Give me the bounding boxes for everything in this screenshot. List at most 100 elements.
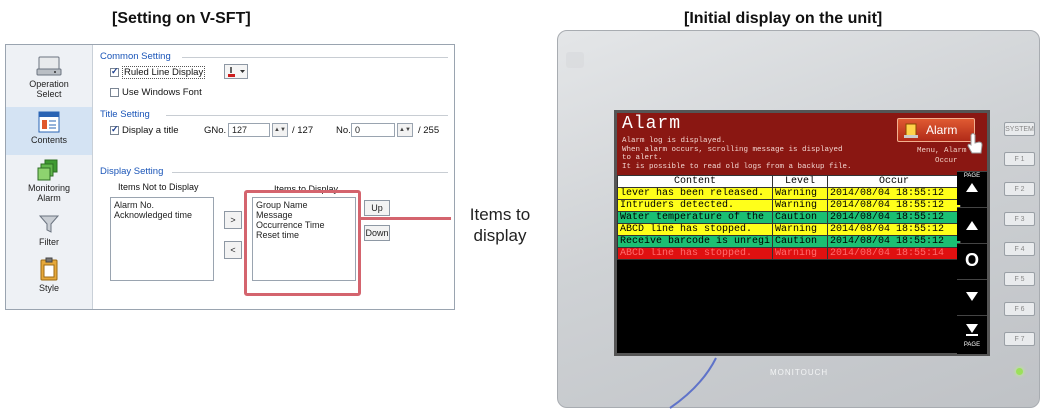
desc-line: It is possible to read old logs from a b… <box>622 162 852 171</box>
fkey-system[interactable]: SYSTEM <box>1004 122 1035 136</box>
fkey-f4[interactable]: F 4 <box>1004 242 1035 256</box>
cell-level: Warning <box>772 187 829 200</box>
checkbox-box[interactable] <box>110 124 119 135</box>
sidebar-item-label: Contents <box>30 135 68 145</box>
column-header: Level <box>772 175 829 188</box>
down-button[interactable]: Down <box>364 225 390 241</box>
gno-input[interactable]: 127 <box>228 123 270 137</box>
monitoring-alarm-icon <box>37 159 58 181</box>
contents-icon <box>38 111 60 133</box>
list-item[interactable]: Acknowledged time <box>114 210 210 220</box>
checkbox-box[interactable] <box>110 88 119 97</box>
page-up-label: PAGE <box>963 173 981 179</box>
fkey-f5[interactable]: F 5 <box>1004 272 1035 286</box>
triangle-up-icon <box>966 221 978 230</box>
table-row[interactable]: ABCD line has stopped. Warning 2014/08/0… <box>616 247 962 260</box>
column-header: Occur <box>827 175 962 188</box>
ruled-line-label: Ruled Line Display <box>122 66 206 79</box>
table-row[interactable]: lever has been released. Warning 2014/08… <box>616 187 962 200</box>
gno-label: GNo. <box>204 125 227 136</box>
page-up-button[interactable]: PAGE <box>957 171 987 205</box>
settings-dialog: Operation Select Contents Monitoring Ala… <box>5 44 455 310</box>
color-drop-icon <box>228 67 245 77</box>
table-row[interactable]: ABCD line has stopped. Warning 2014/08/0… <box>616 223 962 236</box>
move-left-button[interactable]: < <box>224 241 242 259</box>
move-right-button[interactable]: > <box>224 211 242 229</box>
sidebar-item-label: Style <box>38 283 59 293</box>
checkbox-box[interactable] <box>110 66 119 77</box>
menu-note-2: Occur <box>935 157 958 165</box>
table-row[interactable]: Receive barcode is unregi Caution 2014/0… <box>616 235 962 248</box>
scroll-down-button[interactable] <box>957 279 987 313</box>
no-input[interactable]: 0 <box>351 123 395 137</box>
table-row[interactable]: Intruders detected. Warning 2014/08/04 1… <box>616 199 962 212</box>
cell-level: Warning <box>772 199 829 212</box>
cell-occur: 2014/08/04 18:55:12 <box>827 187 962 200</box>
gno-max: / 127 <box>292 125 314 136</box>
sidebar-item-filter[interactable]: Filter <box>6 213 92 249</box>
page-down-button[interactable]: PAGE <box>957 315 987 354</box>
cell-level: Caution <box>772 211 829 224</box>
table-header-row: Content Level Occur <box>616 175 962 188</box>
windows-font-label: Use Windows Font <box>122 87 202 98</box>
fkey-f7[interactable]: F 7 <box>1004 332 1035 346</box>
screen-desc: Alarm log is displayed. When alarm occur… <box>622 137 852 171</box>
up-button[interactable]: Up <box>364 200 390 216</box>
cell-content: Intruders detected. <box>616 199 774 212</box>
device-screen: Alarm Alarm log is displayed. When alarm… <box>614 110 990 356</box>
style-icon <box>40 257 58 281</box>
alarm-table: Content Level Occur lever has been relea… <box>616 175 962 260</box>
line-color-picker[interactable] <box>224 64 248 79</box>
divider <box>172 172 448 173</box>
display-setting-title: Display Setting <box>100 166 164 177</box>
operation-select-icon <box>36 56 62 76</box>
divider <box>166 115 448 116</box>
common-setting-title: Common Setting <box>100 51 171 62</box>
sidebar-item-contents[interactable]: Contents <box>6 107 92 155</box>
screen-header: Alarm Alarm log is displayed. When alarm… <box>617 113 987 175</box>
alarm-button[interactable]: Alarm <box>897 118 975 142</box>
display-items-highlight <box>244 190 361 296</box>
hand-pointer-icon <box>967 133 983 154</box>
fkey-f3[interactable]: F 3 <box>1004 212 1035 226</box>
cell-content: Water temperature of the <box>616 211 774 224</box>
cable-line <box>669 357 717 409</box>
left-heading: [Setting on V-SFT] <box>112 10 251 27</box>
cell-occur: 2014/08/04 18:55:14 <box>827 247 962 260</box>
not-display-list[interactable]: Alarm No. Acknowledged time <box>110 197 214 281</box>
list-item[interactable]: Alarm No. <box>114 200 210 210</box>
desc-line: When alarm occurs, scrolling message is … <box>622 145 843 154</box>
not-display-header: Items Not to Display <box>118 182 199 192</box>
ruled-line-checkbox[interactable]: Ruled Line Display <box>110 66 206 79</box>
divider <box>182 57 448 58</box>
triangle-down-icon <box>966 324 978 336</box>
sidebar-item-monitoring-alarm[interactable]: Monitoring Alarm <box>6 159 92 203</box>
callout-line <box>361 217 451 220</box>
device-brand: MONITOUCH <box>770 368 829 377</box>
cell-occur: 2014/08/04 18:55:12 <box>827 211 962 224</box>
no-spinner[interactable]: ▲▼ <box>397 123 413 137</box>
fkey-f1[interactable]: F 1 <box>1004 152 1035 166</box>
triangle-up-icon <box>966 183 978 192</box>
menu-note: Menu, Alarm <box>917 147 967 155</box>
title-setting-title: Title Setting <box>100 109 150 120</box>
screen-title: Alarm <box>622 114 682 134</box>
sidebar-item-style[interactable]: Style <box>6 257 92 297</box>
fkey-f6[interactable]: F 6 <box>1004 302 1035 316</box>
sidebar-item-operation-select[interactable]: Operation Select <box>6 55 92 99</box>
callout-label: Items to display <box>469 205 531 245</box>
gno-spinner[interactable]: ▲▼ <box>272 123 288 137</box>
triangle-down-icon <box>966 292 978 301</box>
table-row[interactable]: Water temperature of the Caution 2014/08… <box>616 211 962 224</box>
scroll-up-button[interactable] <box>957 207 987 241</box>
reset-button[interactable]: O <box>957 243 987 277</box>
display-title-label: Display a title <box>122 125 179 136</box>
cell-occur: 2014/08/04 18:55:12 <box>827 199 962 212</box>
cell-level: Caution <box>772 235 829 248</box>
display-title-checkbox[interactable]: Display a title <box>110 124 179 136</box>
settings-sidebar: Operation Select Contents Monitoring Ala… <box>6 45 93 309</box>
fkey-f2[interactable]: F 2 <box>1004 182 1035 196</box>
windows-font-checkbox[interactable]: Use Windows Font <box>110 87 202 98</box>
device-logo-icon <box>566 52 584 68</box>
cell-occur: 2014/08/04 18:55:12 <box>827 235 962 248</box>
